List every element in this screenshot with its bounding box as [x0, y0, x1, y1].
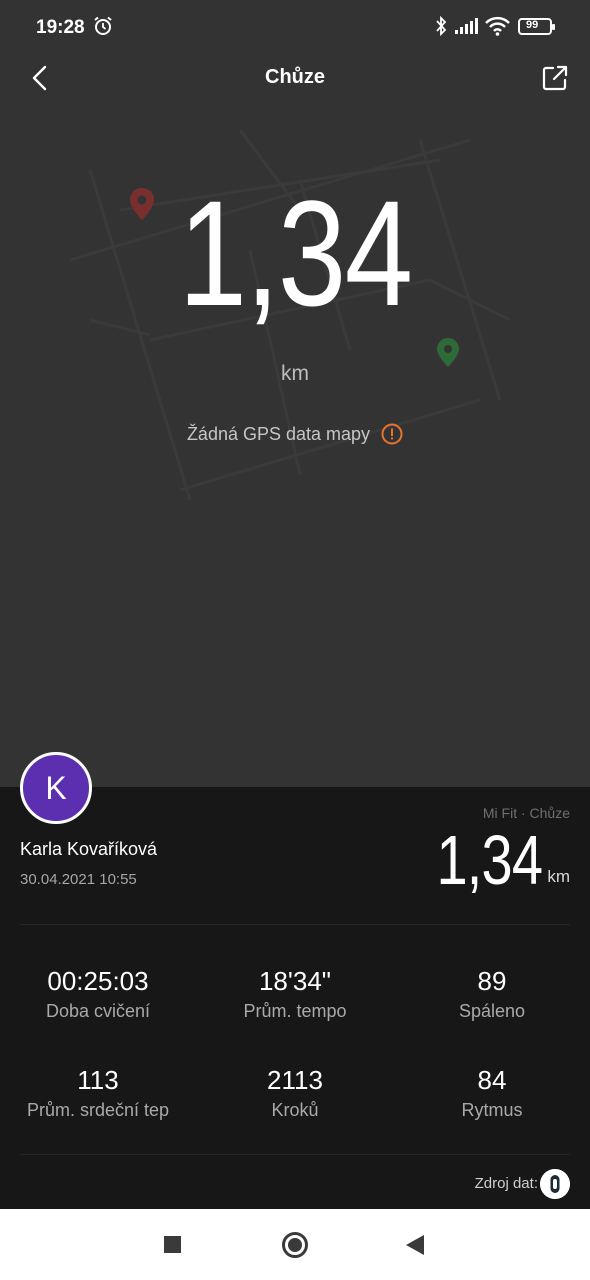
stat-label: Prům. srdeční tep	[26, 1100, 170, 1120]
user-name: Karla Kovaříková	[20, 839, 158, 859]
status-time: 19:28	[36, 17, 85, 38]
stat-value: 89	[477, 966, 507, 996]
alarm-icon	[94, 16, 112, 35]
hero-unit: km	[281, 362, 309, 385]
divider	[20, 1154, 570, 1155]
summary-distance: 1,34	[436, 821, 543, 899]
battery-level: 99	[526, 19, 539, 31]
stat-value: 84	[477, 1065, 507, 1095]
summary-unit: km	[547, 867, 570, 886]
stat-label: Kroků	[271, 1100, 319, 1120]
home-icon[interactable]	[282, 1232, 308, 1258]
stat-value: 00:25:03	[47, 966, 149, 996]
bluetooth-icon	[436, 16, 447, 36]
stat-calories: 89 Spáleno	[394, 966, 590, 1022]
divider	[20, 924, 570, 925]
stat-label: Doba cvičení	[45, 1001, 151, 1021]
stat-value: 113	[77, 1065, 119, 1095]
data-source-label: Zdroj dat:	[474, 1175, 538, 1192]
recents-icon[interactable]	[164, 1236, 181, 1253]
gps-message: Žádná GPS data mapy	[186, 424, 371, 444]
stat-pace: 18'34" Prům. tempo	[197, 966, 393, 1022]
battery-icon: 99	[518, 18, 555, 35]
warning-circle-icon[interactable]	[381, 423, 403, 445]
stat-value: 2113	[267, 1065, 323, 1095]
band-device-icon	[540, 1169, 570, 1199]
status-bar: 19:28 99	[0, 0, 590, 56]
signal-icon	[455, 18, 478, 34]
page-title: Chůze	[265, 66, 325, 88]
stat-heart-rate: 113 Prům. srdeční tep	[0, 1065, 196, 1121]
back-triangle-icon[interactable]	[406, 1235, 424, 1255]
share-icon[interactable]	[540, 63, 570, 93]
stat-cadence: 84 Rytmus	[394, 1065, 590, 1121]
stat-duration: 00:25:03 Doba cvičení	[0, 966, 196, 1022]
stat-label: Spáleno	[458, 1001, 526, 1021]
stat-steps: 2113 Kroků	[197, 1065, 393, 1121]
wifi-icon	[485, 16, 510, 36]
stat-label: Rytmus	[461, 1100, 523, 1120]
stat-label: Prům. tempo	[243, 1001, 347, 1021]
hero-distance: 1,34	[178, 169, 413, 337]
avatar[interactable]: K	[20, 752, 92, 824]
stat-value: 18'34"	[258, 966, 332, 996]
source-label: Mi Fit · Chůze	[482, 805, 570, 821]
gps-status[interactable]: Žádná GPS data mapy	[0, 423, 590, 445]
workout-date: 30.04.2021 10:55	[20, 871, 137, 888]
